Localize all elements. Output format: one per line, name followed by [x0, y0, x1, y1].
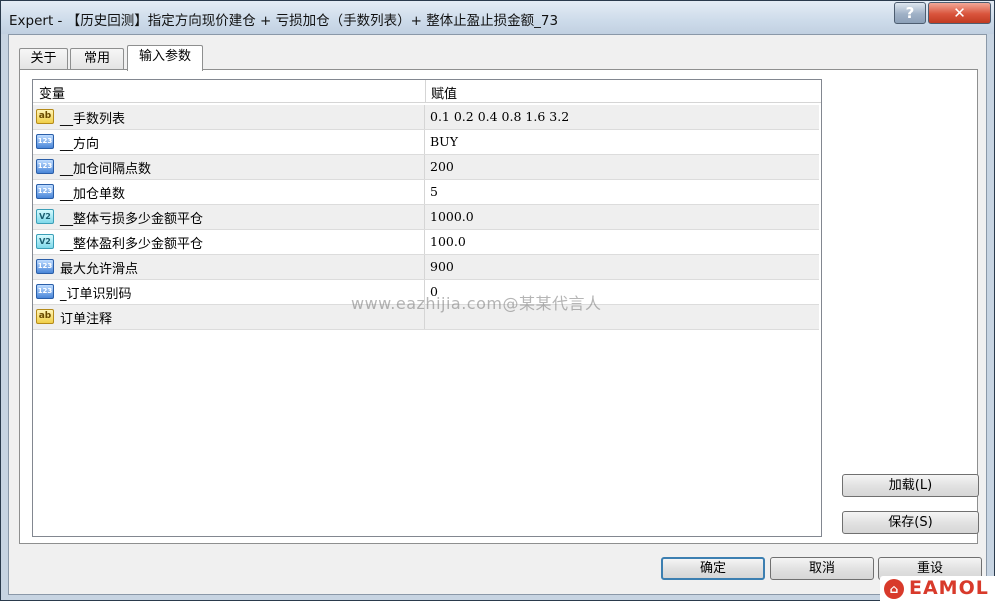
- table-row[interactable]: 123 最大允许滑点 900: [33, 255, 819, 280]
- variable-cell: 123 最大允许滑点: [33, 255, 425, 279]
- string-type-icon: ab: [36, 109, 54, 124]
- value-cell[interactable]: 1000.0: [425, 205, 819, 229]
- integer-type-icon: 123: [36, 134, 54, 149]
- ok-button[interactable]: 确定: [661, 557, 765, 580]
- table-row[interactable]: 123 __方向 BUY: [33, 130, 819, 155]
- variable-cell: V2 __整体亏损多少金额平仓: [33, 205, 425, 229]
- help-icon: ?: [905, 4, 915, 22]
- column-header-value[interactable]: 赋值: [431, 83, 457, 102]
- load-button[interactable]: 加载(L): [842, 474, 979, 497]
- value-cell[interactable]: 0.1 0.2 0.4 0.8 1.6 3.2: [425, 105, 819, 129]
- variable-name: __加仓单数: [60, 187, 126, 202]
- value-text: 200: [430, 159, 454, 174]
- eamol-logo-icon: ⌂: [884, 579, 904, 599]
- double-type-icon: V2: [36, 234, 54, 249]
- value-text: BUY: [430, 134, 458, 149]
- dialog-client-area: 关于 常用 输入参数 变量 赋值 ab __手数列表 0.1 0.2 0.4 0…: [8, 34, 987, 595]
- variable-cell: 123 __方向: [33, 130, 425, 154]
- table-row[interactable]: V2 __整体盈利多少金额平仓 100.0: [33, 230, 819, 255]
- value-cell[interactable]: 200: [425, 155, 819, 179]
- column-header-variable[interactable]: 变量: [39, 83, 65, 102]
- variable-name: __加仓间隔点数: [60, 162, 152, 177]
- double-type-icon: V2: [36, 209, 54, 224]
- title-bar[interactable]: Expert - 【历史回测】指定方向现价建仓 + 亏损加仓（手数列表）+ 整体…: [1, 1, 994, 34]
- grid-header: 变量 赋值: [33, 80, 821, 103]
- eamol-badge: ⌂ EAMOL: [880, 576, 995, 601]
- column-separator[interactable]: [425, 80, 426, 102]
- integer-type-icon: 123: [36, 284, 54, 299]
- help-button[interactable]: ?: [894, 2, 926, 24]
- value-text: 0.1 0.2 0.4 0.8 1.6 3.2: [430, 109, 570, 124]
- window-title: Expert - 【历史回测】指定方向现价建仓 + 亏损加仓（手数列表）+ 整体…: [9, 13, 559, 29]
- close-button[interactable]: ✕: [928, 2, 991, 24]
- tab-about[interactable]: 关于: [19, 48, 68, 70]
- value-text: 1000.0: [430, 209, 474, 224]
- variable-name: __方向: [60, 137, 100, 152]
- close-icon: ✕: [953, 4, 966, 22]
- variable-cell: V2 __整体盈利多少金额平仓: [33, 230, 425, 254]
- value-cell[interactable]: 900: [425, 255, 819, 279]
- variable-name: 订单注释: [60, 312, 113, 327]
- value-cell[interactable]: 100.0: [425, 230, 819, 254]
- variable-name: _订单识别码: [60, 287, 132, 302]
- expert-dialog-window: Expert - 【历史回测】指定方向现价建仓 + 亏损加仓（手数列表）+ 整体…: [0, 0, 995, 601]
- string-type-icon: ab: [36, 309, 54, 324]
- eamol-logo-text: EAMOL: [909, 577, 989, 599]
- table-row[interactable]: 123 __加仓单数 5: [33, 180, 819, 205]
- variable-cell: 123 __加仓间隔点数: [33, 155, 425, 179]
- integer-type-icon: 123: [36, 259, 54, 274]
- variable-name: __整体盈利多少金额平仓: [60, 237, 204, 252]
- integer-type-icon: 123: [36, 159, 54, 174]
- value-cell[interactable]: BUY: [425, 130, 819, 154]
- variable-name: 最大允许滑点: [60, 262, 139, 277]
- tab-input-parameters[interactable]: 输入参数: [127, 45, 203, 71]
- variable-cell: ab __手数列表: [33, 105, 425, 129]
- variable-cell: 123 __加仓单数: [33, 180, 425, 204]
- cancel-button[interactable]: 取消: [770, 557, 874, 580]
- table-row[interactable]: 123 __加仓间隔点数 200: [33, 155, 819, 180]
- value-text: 5: [430, 184, 438, 199]
- watermark-text: www.eazhijia.com@某某代言人: [351, 294, 602, 313]
- integer-type-icon: 123: [36, 184, 54, 199]
- variable-name: __手数列表: [60, 112, 126, 127]
- table-row[interactable]: V2 __整体亏损多少金额平仓 1000.0: [33, 205, 819, 230]
- tab-common[interactable]: 常用: [70, 48, 124, 70]
- variable-name: __整体亏损多少金额平仓: [60, 212, 204, 227]
- save-button[interactable]: 保存(S): [842, 511, 979, 534]
- table-row[interactable]: ab __手数列表 0.1 0.2 0.4 0.8 1.6 3.2: [33, 105, 819, 130]
- value-text: 900: [430, 259, 454, 274]
- value-text: 100.0: [430, 234, 466, 249]
- value-cell[interactable]: 5: [425, 180, 819, 204]
